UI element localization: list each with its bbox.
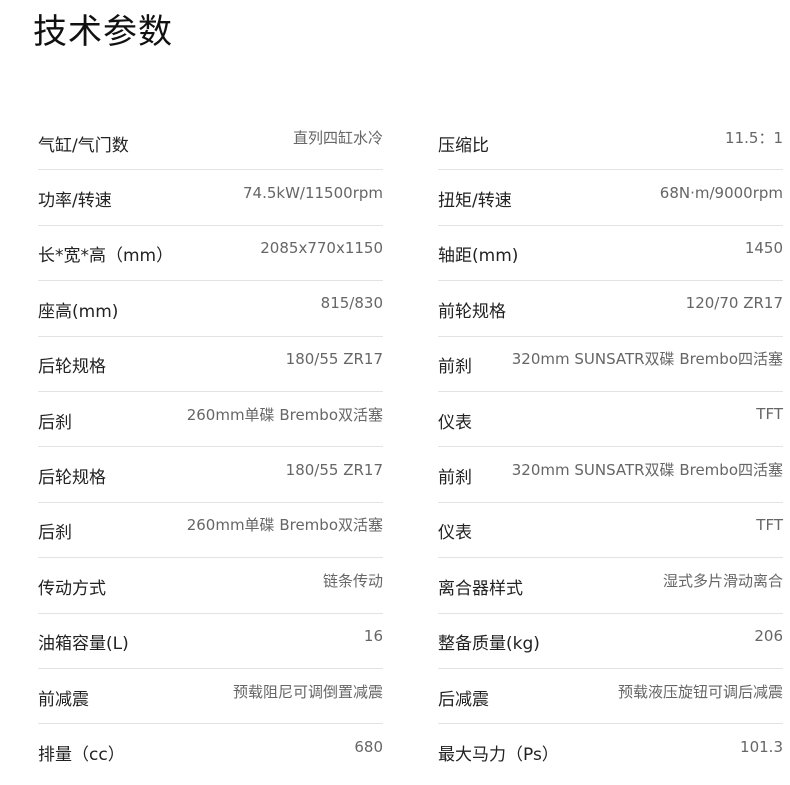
spec-row: 轴距(mm) 1450: [438, 226, 783, 282]
spec-label: 气缸/气门数: [38, 135, 129, 156]
spec-value: 1450: [744, 238, 783, 257]
spec-label: 功率/转速: [38, 191, 112, 212]
spec-value: TFT: [756, 515, 783, 534]
spec-row: 整备质量(kg) 206: [438, 614, 783, 669]
spec-row: 压缩比 11.5：1: [438, 115, 783, 171]
spec-value: TFT: [756, 405, 783, 424]
spec-label: 轴距(mm): [438, 246, 519, 267]
spec-label: 传动方式: [38, 578, 106, 599]
spec-label: 后刹: [38, 523, 72, 544]
spec-value: 链条传动: [322, 571, 383, 590]
spec-label: 整备质量(kg): [438, 634, 540, 655]
spec-row: 后轮规格 180/55 ZR17: [38, 447, 383, 503]
spec-row: 最大马力（Ps） 101.3: [438, 724, 783, 779]
clipped-edge-glyph: [786, 396, 790, 414]
spec-value: 320mm SUNSATR双碟 Brembo四活塞: [511, 350, 783, 369]
spec-row: 功率/转速 74.5kW/11500rpm: [38, 170, 383, 226]
spec-value: 101.3: [740, 737, 783, 756]
spec-row: 仪表 TFT: [438, 503, 783, 559]
spec-row: 扭矩/转速 68N·m/9000rpm: [438, 170, 783, 226]
spec-value: 206: [754, 626, 783, 645]
spec-row: 后刹 260mm单碟 Brembo双活塞: [38, 503, 383, 559]
spec-value: 815/830: [320, 294, 383, 313]
spec-label: 离合器样式: [438, 578, 523, 599]
spec-value: 180/55 ZR17: [285, 460, 383, 479]
spec-value: 320mm SUNSATR双碟 Brembo四活塞: [511, 461, 783, 480]
spec-value: 预载液压旋钮可调后减震: [617, 682, 783, 701]
spec-row: 前轮规格 120/70 ZR17: [438, 281, 783, 337]
spec-label: 前轮规格: [438, 301, 506, 322]
spec-label: 座高(mm): [38, 301, 119, 322]
spec-row: 前刹 320mm SUNSATR双碟 Brembo四活塞: [438, 447, 783, 503]
spec-row: 后轮规格 180/55 ZR17: [38, 337, 383, 392]
spec-label: 压缩比: [438, 135, 489, 156]
spec-label: 仪表: [438, 412, 472, 433]
spec-label: 前刹: [438, 357, 472, 378]
spec-value: 68N·m/9000rpm: [659, 183, 783, 202]
spec-label: 后轮规格: [38, 357, 106, 378]
spec-row: 传动方式 链条传动: [38, 558, 383, 614]
spec-value: 直列四缸水冷: [292, 128, 383, 147]
spec-table: 气缸/气门数 直列四缸水冷 压缩比 11.5：1 功率/转速 74.5kW/11500…: [38, 115, 783, 780]
spec-value: 2085x770x1150: [260, 238, 383, 257]
spec-row: 后刹 260mm单碟 Brembo双活塞: [38, 392, 383, 448]
spec-row: 排量（cc） 680: [38, 724, 383, 779]
page-title: 技术参数: [33, 12, 173, 52]
spec-value: 180/55 ZR17: [285, 349, 383, 368]
spec-label: 前刹: [438, 468, 472, 489]
spec-row: 气缸/气门数 直列四缸水冷: [38, 115, 383, 171]
spec-label: 前减震: [38, 689, 89, 710]
spec-label: 后刹: [38, 412, 72, 433]
spec-label: 油箱容量(L): [38, 634, 129, 655]
spec-label: 最大马力（Ps）: [438, 745, 559, 766]
spec-value: 260mm单碟 Brembo双活塞: [186, 516, 383, 535]
spec-label: 后轮规格: [38, 468, 106, 489]
spec-value: 湿式多片滑动离合: [662, 571, 783, 590]
spec-row: 后减震 预载液压旋钮可调后减震: [438, 669, 783, 725]
spec-value: 16: [363, 626, 383, 645]
spec-row: 前刹 320mm SUNSATR双碟 Brembo四活塞: [438, 337, 783, 392]
spec-label: 长*宽*高（mm）: [38, 246, 174, 267]
spec-value: 74.5kW/11500rpm: [243, 183, 383, 202]
spec-row: 离合器样式 湿式多片滑动离合: [438, 558, 783, 614]
spec-value: 预载阻尼可调倒置减震: [232, 682, 383, 701]
spec-row: 前减震 预载阻尼可调倒置减震: [38, 669, 383, 725]
spec-value: 260mm单碟 Brembo双活塞: [186, 405, 383, 424]
spec-label: 排量（cc）: [38, 745, 125, 766]
spec-row: 油箱容量(L) 16: [38, 614, 383, 669]
spec-row: 长*宽*高（mm） 2085x770x1150: [38, 226, 383, 282]
spec-label: 后减震: [438, 689, 489, 710]
spec-label: 扭矩/转速: [438, 191, 512, 212]
spec-value: 120/70 ZR17: [685, 294, 783, 313]
spec-label: 仪表: [438, 523, 472, 544]
spec-value: 11.5：1: [725, 128, 783, 147]
spec-value: 680: [354, 737, 383, 756]
spec-row: 仪表 TFT: [438, 392, 783, 448]
spec-row: 座高(mm) 815/830: [38, 281, 383, 337]
